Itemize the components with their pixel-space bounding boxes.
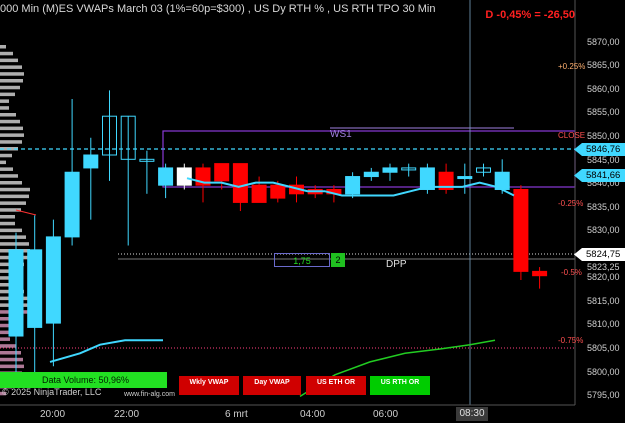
profile-bar	[0, 119, 20, 124]
candle-body	[176, 167, 192, 186]
candle-body	[270, 184, 286, 199]
profile-bar	[0, 357, 23, 362]
profile-bar	[0, 174, 18, 178]
profile-bar	[0, 201, 26, 205]
price-label-partial: 5823,25	[587, 262, 620, 272]
price-chart[interactable]	[0, 0, 625, 423]
pct-label-minus025: -0.25%	[558, 199, 584, 208]
profile-bar	[0, 194, 29, 199]
candle-body	[363, 171, 379, 178]
profile-bar	[0, 215, 15, 219]
profile-bar	[0, 364, 24, 369]
profile-bar	[0, 235, 26, 239]
candle-body	[214, 163, 230, 182]
profile-bar	[0, 160, 6, 165]
time-label: 20:00	[40, 409, 66, 420]
price-label: 5800,00	[587, 367, 620, 377]
profile-bar	[0, 153, 12, 158]
price-label: 5845,00	[587, 155, 620, 165]
profile-bar	[0, 72, 24, 76]
price-label: 5830,00	[587, 225, 620, 235]
daily-change-readout: D -0,45% = -26,50	[485, 9, 575, 21]
lower-price-tag: 5841,66	[574, 169, 625, 182]
price-label: 5815,00	[587, 296, 620, 306]
candle-body	[457, 176, 473, 180]
profile-bar	[0, 65, 22, 69]
candle-body	[27, 249, 43, 328]
pct-label-plus025: +0.25%	[558, 62, 586, 71]
price-label: 5835,00	[587, 202, 620, 212]
volume-profile	[0, 45, 30, 396]
candle-body	[382, 167, 398, 173]
value-box[interactable]: 1,75	[274, 253, 330, 267]
candle-body	[83, 154, 99, 169]
price-label: 5805,00	[587, 343, 620, 353]
red-level-marker	[15, 209, 37, 216]
candle-body	[45, 236, 61, 324]
profile-bar	[0, 140, 22, 144]
profile-bar	[0, 167, 13, 171]
time-label: 22:00	[114, 409, 140, 420]
profile-bar	[0, 337, 10, 341]
time-label: 06:00	[373, 409, 399, 420]
price-label: 5810,00	[587, 319, 620, 329]
candle-body	[513, 188, 529, 272]
us-eth-or-button[interactable]: US ETH OR	[306, 376, 366, 395]
pct-label-close: CLOSE	[558, 131, 586, 140]
profile-bar	[0, 181, 22, 185]
us-rth-or-button[interactable]: US RTH OR	[370, 376, 430, 395]
candle-body	[158, 167, 174, 186]
price-label: 5865,00	[587, 60, 620, 70]
candle-body	[251, 184, 267, 203]
time-label: 04:00	[300, 409, 326, 420]
profile-bar	[0, 133, 24, 137]
profile-bar	[0, 45, 6, 49]
data-volume-bar: Data Volume: 50,96%	[0, 372, 167, 388]
dpp-label: DPP	[386, 259, 407, 270]
candle-body	[345, 176, 361, 195]
last-price-tag: 5824,75	[574, 248, 625, 261]
wkly-vwap-button[interactable]: Wkly VWAP	[179, 376, 239, 395]
profile-bar	[0, 79, 23, 83]
candle-body	[232, 163, 248, 203]
pct-label-minus05: -0.5%	[561, 268, 582, 277]
day-vwap-button[interactable]: Day VWAP	[243, 376, 301, 395]
copyright-text: © 2025 NinjaTrader, LLC	[2, 387, 102, 397]
ws1-label: WS1	[330, 129, 352, 140]
count-box[interactable]: 2	[331, 253, 345, 267]
profile-bar	[0, 351, 21, 355]
profile-bar	[0, 99, 9, 103]
chart-title: 000 Min (M)ES VWAPs March 03 (1%=60p=$30…	[0, 3, 436, 15]
price-label: 5820,00	[587, 272, 620, 282]
price-label: 5860,00	[587, 84, 620, 94]
profile-bar	[0, 106, 9, 110]
profile-bar	[0, 51, 13, 56]
time-label: 6 mrt	[225, 409, 248, 420]
price-label: 5855,00	[587, 107, 620, 117]
candle-body	[532, 270, 548, 277]
profile-bar	[0, 228, 22, 233]
time-cursor-label: 08:30	[456, 407, 488, 421]
price-label: 5795,00	[587, 390, 620, 400]
profile-bar	[0, 344, 16, 348]
profile-bar	[0, 85, 20, 90]
session-vwap-line	[49, 339, 163, 363]
candle-body	[64, 171, 80, 238]
profile-bar	[0, 187, 30, 192]
site-link[interactable]: www.fin-alg.com	[124, 391, 175, 398]
vwap-price-tag: 5846,76	[574, 143, 625, 156]
candles-group	[8, 90, 548, 388]
pct-label-minus075: -0.75%	[558, 336, 584, 345]
profile-bar	[0, 113, 16, 117]
price-label: 5850,00	[587, 131, 620, 141]
candle-body	[8, 249, 24, 337]
profile-bar	[0, 330, 9, 335]
profile-bar	[0, 221, 15, 226]
profile-bar	[0, 126, 23, 131]
price-label: 5870,00	[587, 37, 620, 47]
profile-bar	[0, 242, 29, 246]
profile-bar	[0, 92, 15, 97]
profile-bar	[0, 58, 18, 63]
